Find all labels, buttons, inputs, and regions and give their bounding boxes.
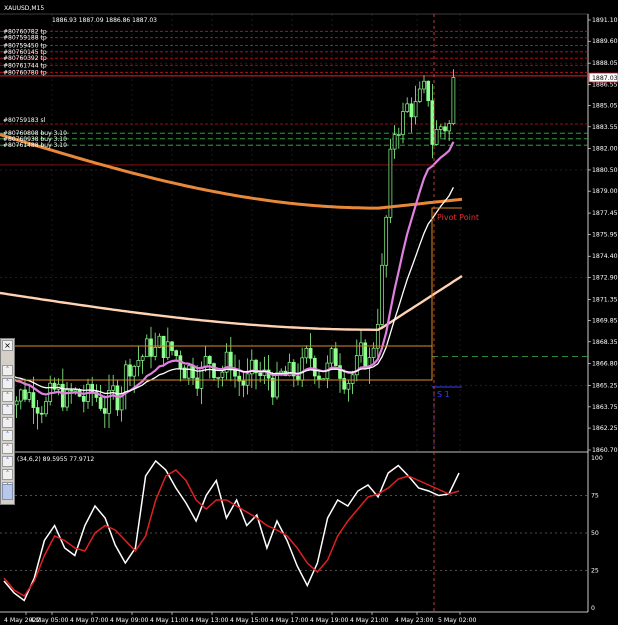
arrow-up-icon[interactable]: ˄	[2, 469, 13, 480]
side-toolbar[interactable]: ×˄˄˄˄˄˄˄˄˄˄	[0, 338, 15, 505]
candle	[363, 339, 368, 370]
indicator-tick-label: 100	[591, 455, 603, 462]
arrow-up-icon[interactable]: ˄	[2, 365, 13, 376]
pivot-point-label: Pivot Point	[437, 213, 479, 222]
order-buy-label: #80761488 buy 3.10	[3, 142, 67, 149]
time-tick-label: 4 May 07:00	[70, 617, 109, 624]
indicator-tick-label: 25	[591, 568, 599, 575]
order-tp-label: #80759188 tp	[3, 35, 47, 42]
price-tick-label: 1868.35	[592, 339, 618, 346]
arrow-up-icon[interactable]: ˄	[2, 417, 13, 428]
price-tick-label: 1879.00	[592, 188, 618, 195]
price-tick-label: 1860.70	[592, 447, 618, 454]
price-tick-label: 1889.60	[592, 38, 618, 45]
time-tick-label: 5 May 02:00	[438, 617, 477, 624]
time-tick-label: 4 May 09:00	[110, 617, 149, 624]
price-tick-label: 1872.90	[592, 274, 618, 281]
time-tick-label: 4 May 13:00	[190, 617, 229, 624]
price-tick-label: 1891.10	[592, 17, 618, 24]
price-tick-label: 1863.75	[592, 404, 618, 411]
close-icon[interactable]: ×	[2, 340, 13, 351]
price-tick-label: 1880.50	[592, 167, 618, 174]
arrow-up-icon[interactable]: ˄	[2, 404, 13, 415]
price-chart[interactable]: Pivot Point S 1 XAUUSD,M15 1886.93 1887.…	[0, 0, 618, 625]
price-tick-label: 1866.80	[592, 361, 618, 368]
time-tick-label: 4 May 19:00	[310, 617, 349, 624]
order-tp-label: #80760392 tp	[3, 55, 47, 62]
arrow-up-icon[interactable]: ˄	[2, 391, 13, 402]
time-tick-label: 4 May 23:00	[395, 617, 434, 624]
time-tick-label: 4 May 05:00	[30, 617, 69, 624]
price-tick-label: 1888.05	[592, 60, 618, 67]
price-tick-label: 1886.55	[592, 81, 618, 88]
order-tp-label: #80761744 tp	[3, 62, 47, 69]
arrow-up-icon[interactable]: ˄	[2, 430, 13, 441]
quote-label: 1886.93 1887.09 1886.86 1887.03	[52, 17, 157, 24]
indicator-tick-label: 75	[591, 493, 599, 500]
price-tick-label: 1871.35	[592, 296, 618, 303]
order-sl-label: #80759183 sl	[3, 117, 46, 124]
candle	[451, 69, 456, 126]
scroll-thumb[interactable]	[2, 484, 13, 500]
price-tick-label: 1885.05	[592, 103, 618, 110]
support-label: S 1	[437, 390, 450, 399]
current-price-label: 1887.03	[592, 75, 618, 82]
price-axis: 1891.10 1889.60 1888.05 1886.55 1885.05 1883.…	[588, 17, 618, 454]
arrow-up-icon[interactable]: ˄	[2, 456, 13, 467]
indicator-tick-label: 50	[591, 530, 599, 537]
price-tick-label: 1883.55	[592, 124, 618, 131]
price-tick-label: 1882.00	[592, 146, 618, 153]
arrow-up-icon[interactable]: ˄	[2, 378, 13, 389]
price-tick-label: 1869.85	[592, 318, 618, 325]
candle	[388, 138, 393, 223]
arrow-up-icon[interactable]: ˄	[2, 443, 13, 454]
time-tick-label: 4 May 21:00	[350, 617, 389, 624]
price-tick-label: 1862.25	[592, 425, 618, 432]
price-tick-label: 1865.25	[592, 383, 618, 390]
price-tick-label: 1874.40	[592, 253, 618, 260]
time-tick-label: 4 May 11:00	[150, 617, 189, 624]
indicator-tick-label: 0	[591, 605, 595, 612]
order-tp-label: #80760780 tp	[3, 69, 47, 76]
time-tick-label: 4 May 17:00	[270, 617, 309, 624]
price-tick-label: 1875.95	[592, 231, 618, 238]
indicator-label: (34,6,2) 89.5955 77.9712	[17, 456, 94, 463]
price-tick-label: 1877.45	[592, 210, 618, 217]
time-tick-label: 4 May 15:00	[230, 617, 269, 624]
symbol-label: XAUUSD,M15	[4, 5, 44, 12]
